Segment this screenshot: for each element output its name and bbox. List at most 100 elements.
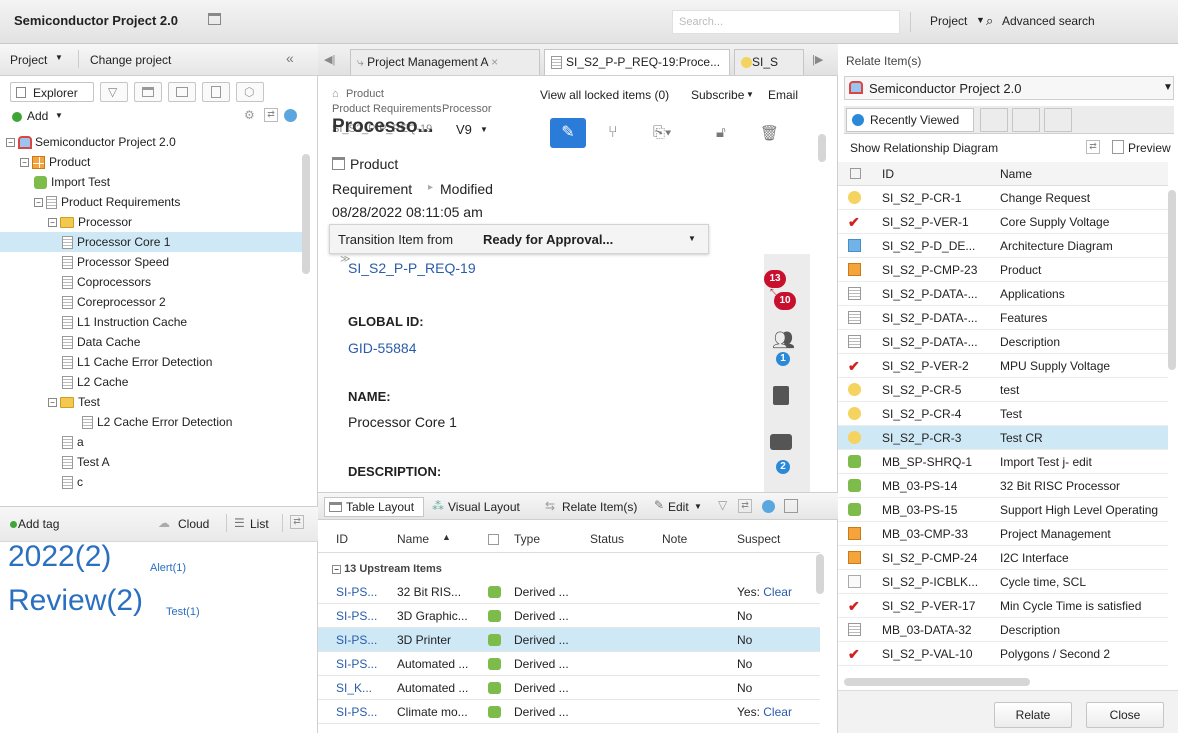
document-icon[interactable] <box>202 82 230 102</box>
tree-item[interactable]: Coprocessors <box>62 272 151 292</box>
row-id[interactable]: SI-PS... <box>336 580 377 604</box>
list-item[interactable]: MB_03-DATA-32 Description <box>838 618 1168 642</box>
advanced-search-link[interactable]: Advanced search <box>1002 14 1095 28</box>
tree-scrollbar[interactable] <box>302 154 310 274</box>
settings-icon[interactable]: ⚙ <box>244 108 255 122</box>
collapse-toggle[interactable]: − <box>48 218 57 228</box>
add-icon[interactable] <box>12 112 22 122</box>
table-row[interactable]: SI-PS... Automated ... Derived ... No <box>318 652 820 676</box>
table-row[interactable]: SI_K... Automated ... Derived ... No <box>318 676 820 700</box>
tree-item[interactable]: − Processor <box>48 212 132 232</box>
trash-icon[interactable]: 🗑︎ <box>760 124 779 142</box>
tree-item[interactable]: − Product <box>20 152 90 172</box>
locked-items-link[interactable]: View all locked items (0) <box>540 88 669 102</box>
filter-icon[interactable]: ▽ <box>718 498 727 512</box>
col-id[interactable]: ID <box>882 167 894 181</box>
comment-icon[interactable] <box>770 434 792 450</box>
group-header[interactable]: − 13 Upstream Items <box>332 563 442 575</box>
refresh-icon[interactable]: ⇄ <box>290 515 304 529</box>
col-note[interactable]: Note <box>662 532 687 546</box>
tag-review[interactable]: Review(2) <box>8 584 143 618</box>
row-id[interactable]: SI-PS... <box>336 652 377 676</box>
review-icon[interactable] <box>773 386 789 405</box>
help-icon[interactable] <box>762 500 775 513</box>
relationship-diagram-link[interactable]: Show Relationship Diagram <box>850 141 998 155</box>
id-value[interactable]: SI_S2_P-P_REQ-19 <box>348 260 476 276</box>
cloud-icon[interactable]: ☁ <box>158 516 170 530</box>
list-item[interactable]: SI_S2_P-DATA-... Applications <box>838 282 1168 306</box>
project-menu[interactable]: Project <box>10 53 47 67</box>
tree-item[interactable]: L2 Cache <box>62 372 128 392</box>
relationship-icon[interactable]: ⑂ <box>608 124 618 142</box>
col-type[interactable]: Type <box>514 532 540 546</box>
close-button[interactable]: Close <box>1086 702 1164 728</box>
tree-item[interactable]: Processor Speed <box>62 252 169 272</box>
subscribe-menu[interactable]: Subscribe <box>691 88 744 102</box>
add-icon[interactable] <box>10 521 17 528</box>
chevron-down-icon[interactable]: ▼ <box>55 53 63 62</box>
tab-scroll-left-icon[interactable]: ◀| <box>324 53 335 66</box>
table-row[interactable]: SI-PS... 3D Graphic... Derived ... No <box>318 604 820 628</box>
list-icon[interactable]: ☰ <box>234 516 245 530</box>
clear-suspect-link[interactable]: Clear <box>763 585 792 599</box>
list-item[interactable]: SI_S2_P-CMP-23 Product <box>838 258 1168 282</box>
col-status[interactable]: Status <box>590 532 624 546</box>
list-view-button[interactable]: List <box>250 517 269 531</box>
list-item[interactable]: ✔ SI_S2_P-VER-1 Core Supply Voltage <box>838 210 1168 234</box>
tag-2022[interactable]: 2022(2) <box>8 540 111 574</box>
list-item[interactable]: SI_S2_P-CR-3 Test CR <box>838 426 1168 450</box>
chevron-down-icon[interactable]: ▼ <box>480 125 488 134</box>
calendar-icon[interactable] <box>1012 108 1040 132</box>
list-item[interactable]: SI_S2_P-ICBLK... Cycle time, SCL <box>838 570 1168 594</box>
version-selector[interactable]: V9 <box>456 122 472 137</box>
list-item[interactable]: SI_S2_P-DATA-... Features <box>838 306 1168 330</box>
list-item[interactable]: ✔ SI_S2_P-VER-2 MPU Supply Voltage <box>838 354 1168 378</box>
search-icon[interactable]: ⌕ <box>986 13 993 29</box>
col-id[interactable]: ID <box>336 532 348 546</box>
tree-item[interactable]: c <box>62 472 83 492</box>
explorer-icon[interactable] <box>980 108 1008 132</box>
sort-asc-icon[interactable]: ▲ <box>442 532 451 542</box>
tree-item[interactable]: Coreprocessor 2 <box>62 292 166 312</box>
email-link[interactable]: Email <box>768 88 798 102</box>
chevron-down-icon[interactable]: ▼ <box>55 111 63 120</box>
list-hscrollbar[interactable] <box>844 678 1030 686</box>
relate-button[interactable]: Relate <box>994 702 1072 728</box>
table-row[interactable]: SI-PS... 3D Printer Derived ... No <box>318 628 820 652</box>
row-id[interactable]: SI_K... <box>336 676 372 700</box>
row-id[interactable]: SI-PS... <box>336 628 377 652</box>
tab-requirement[interactable]: SI_S2_P-P_REQ-19:Proce... <box>544 49 730 75</box>
row-id[interactable]: SI-PS... <box>336 604 377 628</box>
list-item[interactable]: SI_S2_P-DATA-... Description <box>838 330 1168 354</box>
filter-icon[interactable]: ▽ <box>100 82 128 102</box>
change-project-link[interactable]: Change project <box>90 53 171 67</box>
collapse-icon[interactable]: « <box>286 50 294 66</box>
list-item[interactable]: SI_S2_P-CR-1 Change Request <box>838 186 1168 210</box>
collapse-toggle[interactable]: − <box>34 198 43 208</box>
list-item[interactable]: MB_03-CMP-33 Project Management <box>838 522 1168 546</box>
table-row[interactable]: SI-PS... Climate mo... Derived ... Yes: Cle… <box>318 700 820 724</box>
breadcrumb-product-requirements[interactable]: Product Requirements <box>332 103 441 115</box>
tree-item[interactable]: Processor Core 1 <box>0 232 304 252</box>
collapse-toggle[interactable]: − <box>20 158 29 168</box>
list-item[interactable]: SI_S2_P-D_DE... Architecture Diagram <box>838 234 1168 258</box>
project-search-scope[interactable]: Project <box>930 14 967 28</box>
list-item[interactable]: ✔ SI_S2_P-VAL-10 Polygons / Second 2 <box>838 642 1168 666</box>
list-item[interactable]: MB_SP-SHRQ-1 Import Test j- edit <box>838 450 1168 474</box>
tree-item[interactable]: − Test <box>48 392 100 412</box>
visual-layout-button[interactable]: Visual Layout <box>448 500 520 514</box>
tree-item[interactable]: a <box>62 432 84 452</box>
global-id-value[interactable]: GID-55884 <box>348 340 416 356</box>
chevron-down-icon[interactable]: ▼ <box>746 90 754 99</box>
transition-popup[interactable]: Transition Item from Ready for Approval.… <box>329 224 709 254</box>
users-count-badge[interactable]: 1 <box>776 352 790 366</box>
chevron-down-icon[interactable]: ▼ <box>1163 82 1173 93</box>
table-row[interactable]: SI-PS... 32 Bit RIS... Derived ... Yes: Cle… <box>318 580 820 604</box>
export-icon[interactable]: ⎘▾ <box>653 124 671 141</box>
list-item[interactable]: SI_S2_P-CMP-24 I2C Interface <box>838 546 1168 570</box>
lock-icon[interactable]: 🔓︎ <box>716 124 726 141</box>
upstream-count-badge[interactable]: 13 <box>764 270 786 288</box>
collapse-toggle[interactable]: − <box>48 398 57 408</box>
add-tag-button[interactable]: Add tag <box>18 517 59 531</box>
relate-items-button[interactable]: Relate Item(s) <box>562 500 637 514</box>
